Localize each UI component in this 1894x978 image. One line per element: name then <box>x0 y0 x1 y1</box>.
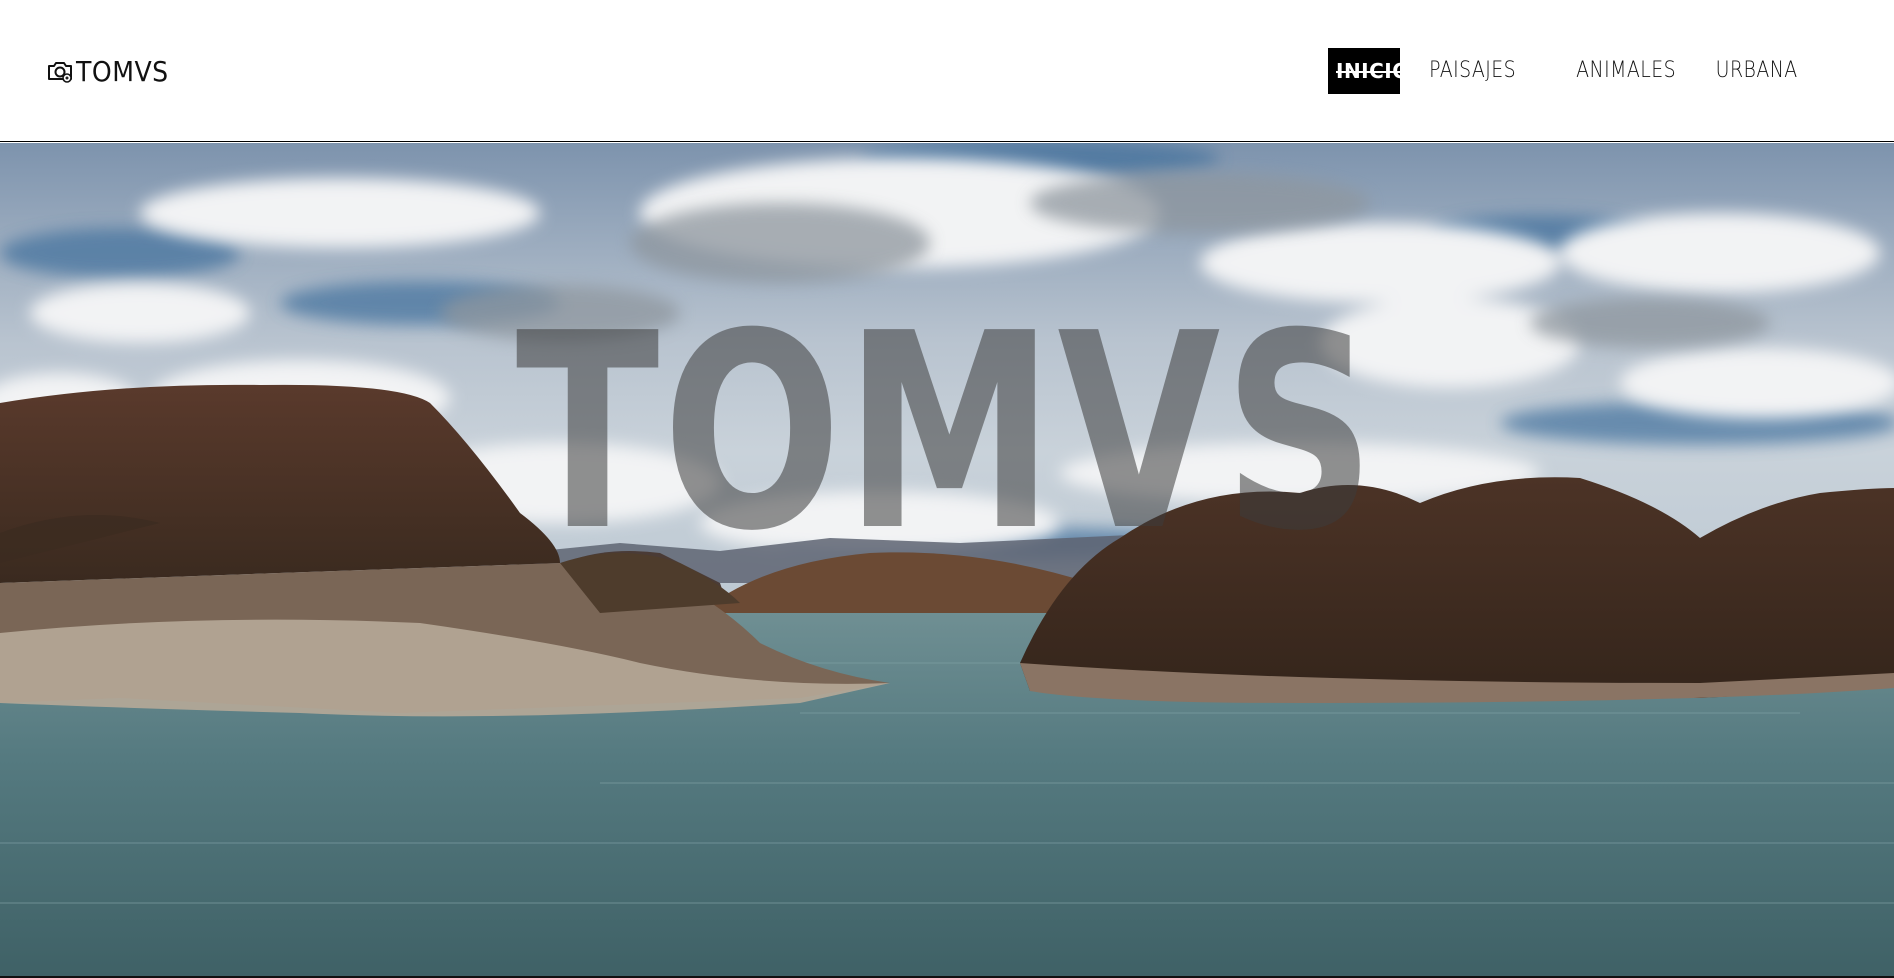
hero-section: TOMVS <box>0 143 1894 978</box>
nav-item-paisajes[interactable]: PAISAJES <box>1422 48 1523 94</box>
camera-icon <box>46 57 74 85</box>
nav-item-animales[interactable]: ANIMALES <box>1569 48 1683 94</box>
nav-item-urbana[interactable]: URBANA <box>1709 48 1805 94</box>
hero-background-image <box>0 143 1894 976</box>
brand-link[interactable]: TOMVS <box>46 54 169 88</box>
nav-item-inicio[interactable]: INICIO <box>1328 48 1409 94</box>
site-header: TOMVS INICIO PAISAJES ANIMALES URBANA <box>0 0 1894 142</box>
brand-name: TOMVS <box>76 54 169 88</box>
